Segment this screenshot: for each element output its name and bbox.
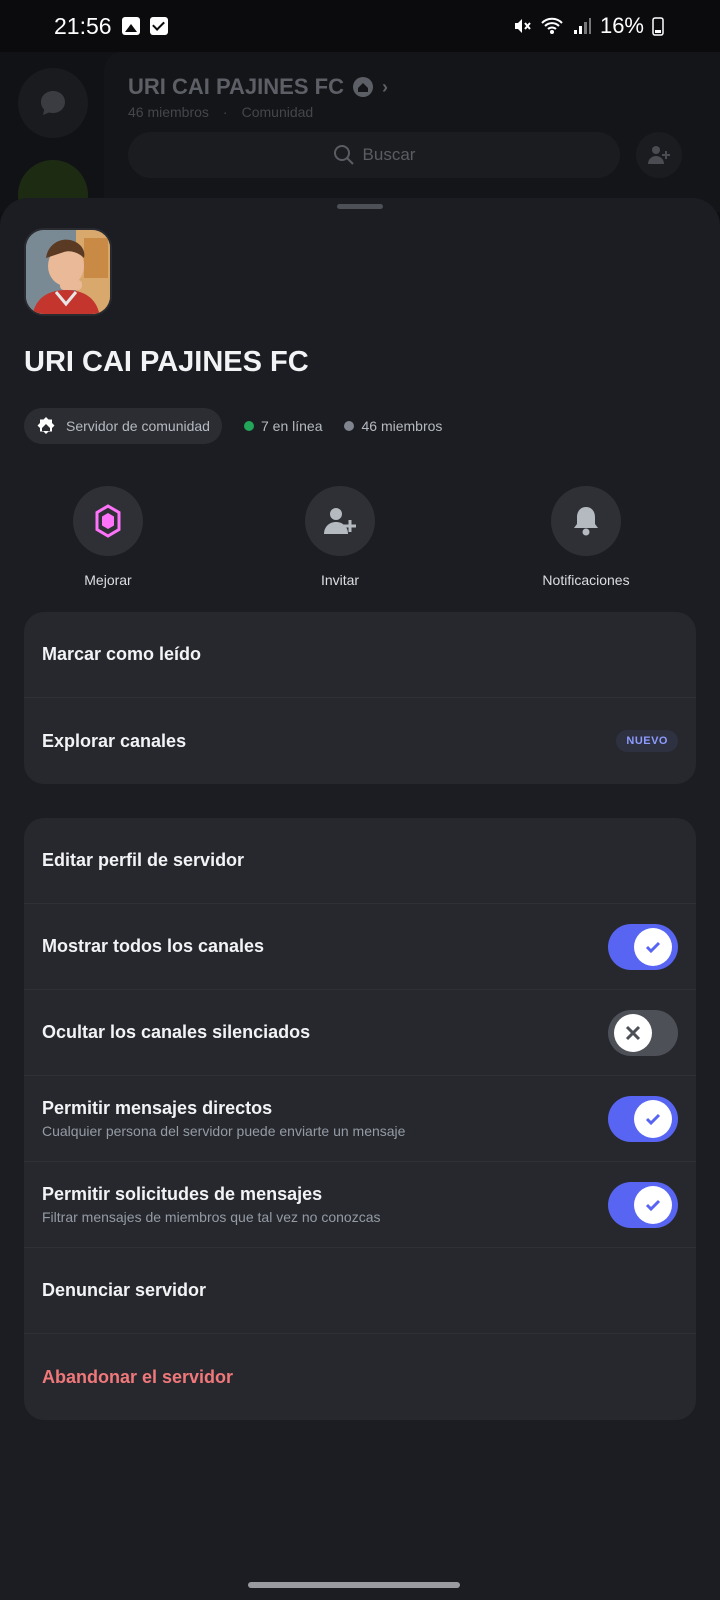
dm-button: [18, 68, 88, 138]
hide-muted-channels-item: Ocultar los canales silenciados: [24, 990, 696, 1076]
member-dot-icon: [344, 421, 355, 431]
online-dot-icon: [243, 421, 254, 431]
allow-direct-messages-item: Permitir mensajes directos Cualquier per…: [24, 1076, 696, 1162]
background-server-title: URI CAI PAJINES FC ›: [128, 74, 388, 99]
edit-server-profile-item[interactable]: Editar perfil de servidor: [24, 818, 696, 904]
sheet-drag-handle[interactable]: [337, 204, 383, 209]
invite-member-button: [636, 132, 682, 178]
server-avatar: [24, 228, 112, 316]
battery-percent: 16%: [599, 13, 644, 38]
hide-muted-channels-toggle[interactable]: [608, 1010, 678, 1056]
chevron-right-icon: ›: [381, 76, 388, 97]
boost-button[interactable]: Mejorar: [38, 486, 178, 588]
server-meta: Servidor de comunidad 7 en línea 46 miem…: [24, 408, 442, 444]
new-badge: NUEVO: [616, 730, 678, 752]
task-notification-icon: [149, 17, 168, 35]
chat-bubble-icon: [41, 91, 65, 115]
allow-message-requests-toggle[interactable]: [608, 1182, 678, 1228]
channel-panel: URI CAI PAJINES FC › 46 miembros · Comun…: [104, 52, 720, 212]
server-name: URI CAI PAJINES FC: [24, 346, 309, 378]
search-icon: [333, 145, 354, 165]
status-bar: 21:56 16%: [0, 0, 720, 52]
boost-icon: [95, 504, 121, 538]
server-options-sheet: URI CAI PAJINES FC Servidor de comunidad…: [0, 198, 720, 1600]
search-bar: Buscar: [128, 132, 620, 178]
options-group-1: Marcar como leído Explorar canales NUEVO: [24, 612, 696, 784]
community-badge-icon: [37, 417, 55, 434]
community-badge-icon: [352, 77, 373, 97]
community-pill[interactable]: Servidor de comunidad: [24, 408, 222, 444]
status-time: 21:56: [54, 12, 112, 39]
check-icon: [645, 1113, 661, 1126]
options-group-2: Editar perfil de servidor Mostrar todos …: [24, 818, 696, 1420]
background-app: URI CAI PAJINES FC › 46 miembros · Comun…: [0, 52, 720, 230]
gallery-notification-icon: [121, 17, 140, 35]
background-server-meta: 46 miembros · Comunidad: [128, 104, 314, 120]
browse-channels-item[interactable]: Explorar canales NUEVO: [24, 698, 696, 784]
check-icon: [645, 1199, 661, 1212]
quick-actions: Mejorar Invitar Notificaciones: [24, 486, 696, 588]
allow-message-requests-item: Permitir solicitudes de mensajes Filtrar…: [24, 1162, 696, 1248]
add-member-icon: [324, 508, 356, 534]
member-count: 46 miembros: [344, 418, 442, 434]
notifications-button[interactable]: Notificaciones: [516, 486, 656, 588]
online-count: 7 en línea: [243, 418, 322, 434]
community-label: Servidor de comunidad: [66, 418, 210, 434]
close-icon: [625, 1025, 641, 1041]
check-icon: [645, 941, 661, 954]
report-server-item[interactable]: Denunciar servidor: [24, 1248, 696, 1334]
server-avatar-image: [26, 230, 110, 314]
invite-button[interactable]: Invitar: [270, 486, 410, 588]
leave-server-item[interactable]: Abandonar el servidor: [24, 1334, 696, 1420]
wifi-icon: [541, 17, 563, 34]
battery-icon: [652, 17, 664, 36]
bell-icon: [574, 507, 598, 536]
mute-icon: [514, 19, 531, 33]
show-all-channels-item: Mostrar todos los canales: [24, 904, 696, 990]
allow-direct-messages-toggle[interactable]: [608, 1096, 678, 1142]
show-all-channels-toggle[interactable]: [608, 924, 678, 970]
mark-as-read-item[interactable]: Marcar como leído: [24, 612, 696, 698]
signal-icon: [573, 18, 591, 34]
gesture-nav-bar[interactable]: [248, 1582, 460, 1588]
add-member-icon: [648, 146, 670, 164]
